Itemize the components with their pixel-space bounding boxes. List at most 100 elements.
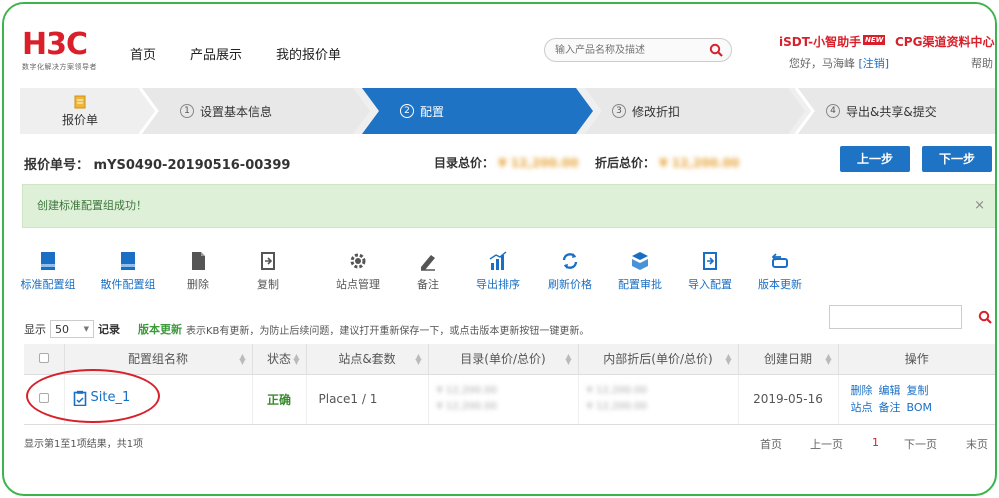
prev-step-button[interactable]: 上一步 bbox=[840, 146, 910, 172]
pager-last[interactable]: 末页 bbox=[966, 436, 988, 452]
tool-label: 散件配置组 bbox=[100, 278, 156, 291]
step-label: 修改折扣 bbox=[632, 104, 681, 119]
op-bom-link[interactable]: BOM bbox=[907, 401, 933, 414]
show-label: 显示 bbox=[24, 323, 46, 336]
version-note-title: 版本更新 bbox=[138, 323, 182, 336]
greeting-text: 您好，马海峰 bbox=[789, 57, 855, 70]
refresh-price-button[interactable]: 刷新价格 bbox=[530, 250, 610, 292]
step-basic-info[interactable]: 1 设置基本信息 bbox=[180, 88, 272, 134]
note-button[interactable]: 备注 bbox=[388, 250, 468, 292]
document-icon bbox=[74, 95, 86, 108]
header-internal-discount[interactable]: 内部折后(单价/总价) ▲ ▼ bbox=[578, 344, 739, 375]
logo-text: H3C bbox=[22, 27, 88, 62]
step-modify-discount[interactable]: 3 修改折扣 bbox=[612, 88, 680, 134]
parts-config-icon bbox=[121, 252, 135, 270]
standard-config-icon bbox=[41, 252, 55, 270]
tool-label: 配置审批 bbox=[618, 278, 662, 291]
discount-total-price: ¥ 12,200.00 bbox=[586, 401, 647, 412]
delete-icon bbox=[192, 252, 205, 270]
op-delete-link[interactable]: 删除 bbox=[851, 384, 873, 397]
tool-label: 复制 bbox=[257, 278, 279, 291]
header-list-price[interactable]: 目录(单价/总价) ▲ ▼ bbox=[428, 344, 579, 375]
tool-label: 刷新价格 bbox=[548, 278, 592, 291]
discount-total-value: ¥ 12,200.00 bbox=[659, 156, 740, 170]
pager-next[interactable]: 下一页 bbox=[904, 436, 937, 452]
pagination-info: 显示第1至1项结果，共1项 bbox=[24, 439, 144, 450]
sort-icon: ▲ ▼ bbox=[293, 352, 300, 366]
select-all-checkbox[interactable] bbox=[38, 352, 49, 363]
next-step-button[interactable]: 下一步 bbox=[922, 146, 992, 172]
import-config-button[interactable]: 导入配置 bbox=[670, 250, 750, 292]
search-icon[interactable] bbox=[978, 310, 992, 324]
logout-link[interactable]: [注销] bbox=[859, 57, 890, 70]
status-badge: 正确 bbox=[252, 374, 307, 425]
select-all-header bbox=[24, 344, 65, 375]
discount-total-label: 折后总价： bbox=[595, 156, 656, 170]
step-quote-label: 报价单 bbox=[61, 112, 98, 127]
search-input[interactable] bbox=[555, 39, 705, 61]
h3c-logo[interactable]: H3C 数字化解决方案领导者 bbox=[22, 30, 97, 72]
note-icon bbox=[421, 255, 435, 271]
quote-number-label: 报价单号： bbox=[24, 158, 90, 173]
sort-icon: ▲ ▼ bbox=[725, 352, 732, 366]
pager-first[interactable]: 首页 bbox=[760, 436, 782, 452]
op-copy-link[interactable]: 复制 bbox=[907, 384, 929, 397]
header-status[interactable]: 状态 ▲ ▼ bbox=[252, 344, 307, 375]
import-icon bbox=[703, 252, 717, 270]
chevron-down-icon: ▼ bbox=[83, 325, 89, 333]
step-quote[interactable]: 报价单 bbox=[20, 88, 140, 134]
version-update-icon bbox=[771, 253, 788, 268]
nav-my-quotes[interactable]: 我的报价单 bbox=[276, 44, 341, 63]
copy-icon bbox=[261, 252, 275, 270]
gear-icon bbox=[350, 253, 366, 269]
nav-home[interactable]: 首页 bbox=[130, 44, 156, 63]
sort-icon: ▲ ▼ bbox=[415, 352, 422, 366]
op-note-link[interactable]: 备注 bbox=[879, 401, 901, 414]
search-icon[interactable] bbox=[709, 43, 723, 57]
discount-price-cell: ¥ 12,200.00 ¥ 12,200.00 bbox=[578, 374, 739, 425]
tool-label: 标准配置组 bbox=[20, 278, 76, 291]
quote-number-value: mYS0490-20190516-00399 bbox=[93, 158, 291, 173]
step-number: 2 bbox=[400, 104, 414, 118]
list-price-cell: ¥ 12,200.00 ¥ 12,200.00 bbox=[428, 374, 579, 425]
help-link[interactable]: 帮助 bbox=[971, 55, 993, 71]
pager-current[interactable]: 1 bbox=[872, 436, 879, 449]
page-size-select[interactable]: 50 ▼ bbox=[50, 320, 94, 338]
step-export-share-submit[interactable]: 4 导出&共享&提交 bbox=[826, 88, 937, 134]
records-label: 记录 bbox=[98, 323, 120, 336]
version-update-button[interactable]: 版本更新 bbox=[740, 250, 820, 292]
sort-icon: ▲ ▼ bbox=[565, 352, 572, 366]
screenshot-frame: H3C 数字化解决方案领导者 首页 产品展示 我的报价单 iSDT-小智助手 N… bbox=[2, 2, 997, 496]
user-greeting: 您好，马海峰 [注销] bbox=[789, 55, 889, 71]
pager-prev[interactable]: 上一页 bbox=[810, 436, 843, 452]
discount-unit-price: ¥ 12,200.00 bbox=[586, 385, 647, 396]
success-alert: 创建标准配置组成功！ × bbox=[22, 184, 995, 228]
table-filter-input[interactable] bbox=[829, 305, 962, 329]
header-site-sets[interactable]: 站点&套数 ▲ ▼ bbox=[306, 344, 429, 375]
version-note-text: 表示KB有更新，为防止后续问题，建议打开重新保存一下，或点击版本更新按钮一键更新… bbox=[186, 325, 590, 337]
step-configure[interactable]: 2 配置 bbox=[400, 88, 444, 134]
step-label: 配置 bbox=[420, 104, 445, 119]
cpg-resource-center-link[interactable]: CPG渠道资料中心 bbox=[895, 33, 994, 50]
sort-icon: ▲ ▼ bbox=[239, 352, 246, 366]
table-row: Site_1 正确 Place1 / 1 ¥ 12,200.00 ¥ 12,20… bbox=[24, 374, 995, 425]
header-create-date[interactable]: 创建日期 ▲ ▼ bbox=[738, 344, 839, 375]
export-sort-button[interactable]: 导出排序 bbox=[458, 250, 538, 292]
close-icon[interactable]: × bbox=[974, 185, 985, 227]
step-number: 1 bbox=[180, 104, 194, 118]
delete-button[interactable]: 删除 bbox=[158, 250, 238, 292]
op-site-link[interactable]: 站点 bbox=[851, 401, 873, 414]
nav-products[interactable]: 产品展示 bbox=[190, 44, 242, 63]
isdt-assistant-link[interactable]: iSDT-小智助手 bbox=[779, 33, 861, 50]
tool-label: 导出排序 bbox=[476, 278, 520, 291]
step-number: 3 bbox=[612, 104, 626, 118]
copy-button[interactable]: 复制 bbox=[228, 250, 308, 292]
create-date-cell: 2019-05-16 bbox=[738, 374, 839, 425]
tool-label: 导入配置 bbox=[688, 278, 732, 291]
op-edit-link[interactable]: 编辑 bbox=[879, 384, 901, 397]
config-approval-button[interactable]: 配置审批 bbox=[600, 250, 680, 292]
standard-config-button[interactable]: 标准配置组 bbox=[8, 250, 88, 292]
parts-config-button[interactable]: 散件配置组 bbox=[88, 250, 168, 292]
site-management-button[interactable]: 站点管理 bbox=[318, 250, 398, 292]
refresh-icon bbox=[562, 253, 578, 269]
